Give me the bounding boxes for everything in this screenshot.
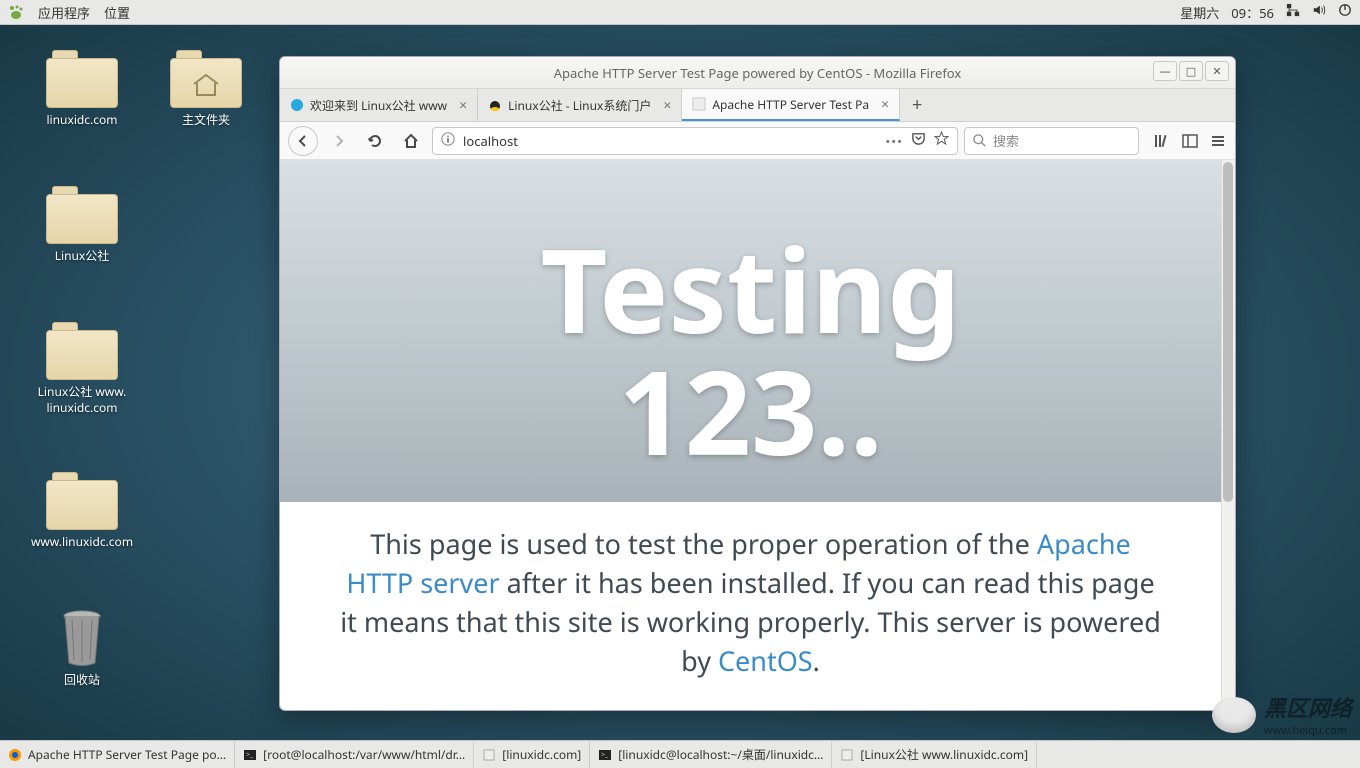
watermark-text: 黑区网络 (1264, 691, 1352, 723)
task-icon (8, 748, 22, 762)
places-menu[interactable]: 位置 (104, 3, 130, 22)
hero-line2: 123.. (280, 350, 1221, 472)
url-bar[interactable]: localhost ••• (432, 127, 958, 155)
window-maximize-button[interactable]: □ (1179, 61, 1203, 81)
top-panel: 应用程序 位置 星期六 09：56 (0, 0, 1360, 25)
pocket-icon[interactable] (911, 131, 926, 150)
task-icon: >_ (243, 748, 257, 762)
trash-label: 回收站 (22, 672, 142, 688)
clock-day[interactable]: 星期六 (1180, 3, 1219, 22)
back-button[interactable] (288, 126, 318, 156)
search-icon (973, 134, 987, 148)
site-info-icon[interactable] (441, 132, 455, 150)
window-title: Apache HTTP Server Test Page powered by … (554, 64, 962, 82)
taskbar-button[interactable]: [linuxidc.com] (474, 741, 590, 768)
trash-icon[interactable]: 回收站 (22, 608, 142, 688)
favicon-icon (488, 98, 502, 112)
tab-close-icon[interactable]: × (875, 95, 889, 114)
network-icon[interactable] (1286, 3, 1300, 21)
description-paragraph: This page is used to test the proper ope… (280, 502, 1221, 681)
taskbar-button[interactable]: [Linux公社 www.linuxidc.com] (832, 741, 1037, 768)
page-content: Testing 123.. This page is used to test … (280, 160, 1235, 710)
firefox-window: Apache HTTP Server Test Page powered by … (279, 56, 1236, 711)
desktop-folder[interactable]: linuxidc.com (22, 48, 142, 128)
taskbar-button[interactable]: Apache HTTP Server Test Page po… (0, 741, 235, 768)
bottom-panel: Apache HTTP Server Test Page po… >_ [root@… (0, 740, 1360, 768)
task-label: Apache HTTP Server Test Page po… (28, 746, 226, 763)
sidebar-icon[interactable] (1181, 132, 1199, 150)
watermark-logo-icon (1212, 697, 1256, 733)
taskbar-button[interactable]: >_ [linuxidc@localhost:~/桌面/linuxidc… (590, 741, 832, 768)
icon-label: Linux公社 www.linuxidc.com (22, 384, 142, 415)
power-icon[interactable] (1338, 3, 1352, 21)
new-tab-button[interactable]: + (900, 89, 934, 121)
search-placeholder: 搜索 (993, 131, 1019, 150)
window-close-button[interactable]: ✕ (1205, 61, 1229, 81)
icon-label: linuxidc.com (22, 112, 142, 128)
icon-label: www.linuxidc.com (22, 534, 142, 550)
bookmark-star-icon[interactable] (934, 131, 949, 150)
scrollbar-thumb[interactable] (1223, 162, 1233, 502)
gnome-foot-icon (8, 4, 24, 20)
watermark-url: www.heiqu.com (1264, 723, 1352, 738)
task-icon (482, 748, 496, 762)
search-bar[interactable]: 搜索 (964, 127, 1139, 155)
tab-close-icon[interactable]: × (657, 96, 671, 115)
browser-tab[interactable]: 欢迎来到 Linux公社 www × (280, 89, 478, 121)
tab-strip: 欢迎来到 Linux公社 www×Linux公社 - Linux系统门户×Apa… (280, 89, 1235, 122)
favicon-icon (290, 98, 304, 112)
task-label: [linuxidc.com] (502, 746, 581, 763)
url-text: localhost (463, 132, 877, 150)
scrollbar[interactable] (1221, 160, 1235, 710)
page-actions-icon[interactable]: ••• (885, 132, 903, 150)
icon-label: Linux公社 (22, 248, 142, 264)
toolbar: localhost ••• 搜索 (280, 122, 1235, 160)
tab-close-icon[interactable]: × (453, 96, 467, 115)
reload-button[interactable] (360, 126, 390, 156)
desktop-folder[interactable]: www.linuxidc.com (22, 470, 142, 550)
task-label: [root@localhost:/var/www/html/dr… (263, 746, 465, 763)
window-minimize-button[interactable]: — (1153, 61, 1177, 81)
tab-label: Apache HTTP Server Test Pa (712, 96, 869, 113)
applications-menu[interactable]: 应用程序 (38, 3, 90, 22)
tab-label: Linux公社 - Linux系统门户 (508, 97, 651, 114)
volume-icon[interactable] (1312, 3, 1326, 21)
svg-text:>_: >_ (601, 751, 609, 760)
taskbar-button[interactable]: >_ [root@localhost:/var/www/html/dr… (235, 741, 474, 768)
task-icon: >_ (598, 748, 612, 762)
centos-link[interactable]: CentOS (718, 642, 813, 679)
desktop-folder[interactable]: Linux公社 (22, 184, 142, 264)
favicon-icon (692, 97, 706, 111)
icon-label: 主文件夹 (146, 112, 266, 128)
browser-tab[interactable]: Linux公社 - Linux系统门户 × (478, 89, 682, 121)
clock-time[interactable]: 09：56 (1231, 3, 1274, 22)
svg-text:>_: >_ (246, 751, 254, 760)
library-icon[interactable] (1153, 132, 1171, 150)
desktop-folder[interactable]: 主文件夹 (146, 48, 266, 128)
task-icon (840, 748, 854, 762)
hero-heading: Testing 123.. (280, 160, 1221, 502)
forward-button[interactable] (324, 126, 354, 156)
watermark: 黑区网络 www.heiqu.com (1212, 691, 1352, 738)
tab-label: 欢迎来到 Linux公社 www (310, 97, 447, 114)
browser-tab[interactable]: Apache HTTP Server Test Pa × (682, 89, 900, 121)
home-button[interactable] (396, 126, 426, 156)
window-titlebar[interactable]: Apache HTTP Server Test Page powered by … (280, 57, 1235, 89)
task-label: [Linux公社 www.linuxidc.com] (860, 746, 1028, 763)
hamburger-menu-icon[interactable] (1209, 132, 1227, 150)
task-label: [linuxidc@localhost:~/桌面/linuxidc… (618, 746, 823, 763)
desktop-folder[interactable]: Linux公社 www.linuxidc.com (22, 320, 142, 415)
